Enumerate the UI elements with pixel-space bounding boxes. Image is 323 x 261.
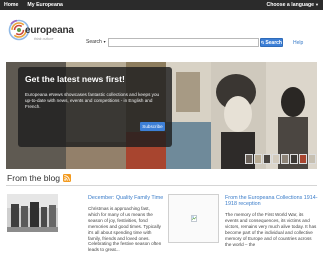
carousel-thumbnail[interactable] <box>263 154 271 164</box>
broken-image-icon <box>191 215 197 222</box>
blog-post-thumbnail[interactable] <box>168 194 219 243</box>
carousel-thumbnail[interactable] <box>245 154 253 164</box>
blog-post-excerpt: Christmas is approaching fast, which for… <box>88 206 162 253</box>
rss-feed-icon[interactable] <box>63 174 72 182</box>
blog-post-excerpt: The memory of the First World War, its e… <box>225 212 317 247</box>
hero-description: Europeana eNews showcases fantastic coll… <box>25 92 160 110</box>
site-header: europeana think culture Search ▼ Search … <box>0 10 323 58</box>
search-button[interactable]: Search <box>260 38 283 47</box>
home-link[interactable]: Home <box>4 2 18 8</box>
carousel-thumbnail[interactable] <box>290 154 298 164</box>
chevron-down-icon: ▼ <box>315 2 319 7</box>
top-navigation-bar: Home My Europeana Choose a language ▼ <box>0 0 323 10</box>
blog-section-heading: From the blog <box>7 173 72 183</box>
search-scope-dropdown[interactable]: Search ▼ <box>86 39 106 45</box>
language-selector[interactable]: Choose a language ▼ <box>266 2 319 8</box>
search-input[interactable] <box>108 38 259 47</box>
hero-title: Get the latest news first! <box>25 74 125 84</box>
search-icon <box>261 40 265 45</box>
section-divider <box>6 185 317 186</box>
carousel-thumbnail[interactable] <box>254 154 262 164</box>
chevron-down-icon: ▼ <box>102 40 107 44</box>
carousel-thumbnails <box>245 154 316 164</box>
search-scope-label: Search <box>86 39 102 45</box>
carousel-thumbnail[interactable] <box>299 154 307 164</box>
subscribe-button[interactable]: Subscribe <box>140 122 165 131</box>
hero-carousel[interactable]: Get the latest news first! Europeana eNe… <box>6 62 317 169</box>
carousel-thumbnail[interactable] <box>272 154 280 164</box>
blog-heading-text: From the blog <box>7 173 61 183</box>
help-link[interactable]: Help <box>293 40 303 46</box>
top-nav-links: Home My Europeana <box>4 2 63 8</box>
blog-post-title[interactable]: From the Europeana Collections 1914-1918… <box>225 195 319 208</box>
logo-tagline: think culture <box>34 37 54 41</box>
language-selector-label: Choose a language <box>266 2 315 8</box>
family-photo-image <box>7 194 58 232</box>
logo-wordmark[interactable]: europeana <box>25 25 74 36</box>
search-button-label: Search <box>265 39 282 46</box>
blog-post-title[interactable]: December: Quality Family Time <box>88 195 163 201</box>
blog-post-thumbnail[interactable] <box>7 194 58 232</box>
carousel-thumbnail[interactable] <box>308 154 316 164</box>
newsletter-promo-panel: Get the latest news first! Europeana eNe… <box>18 67 172 147</box>
carousel-thumbnail[interactable] <box>281 154 289 164</box>
my-europeana-link[interactable]: My Europeana <box>27 2 62 8</box>
